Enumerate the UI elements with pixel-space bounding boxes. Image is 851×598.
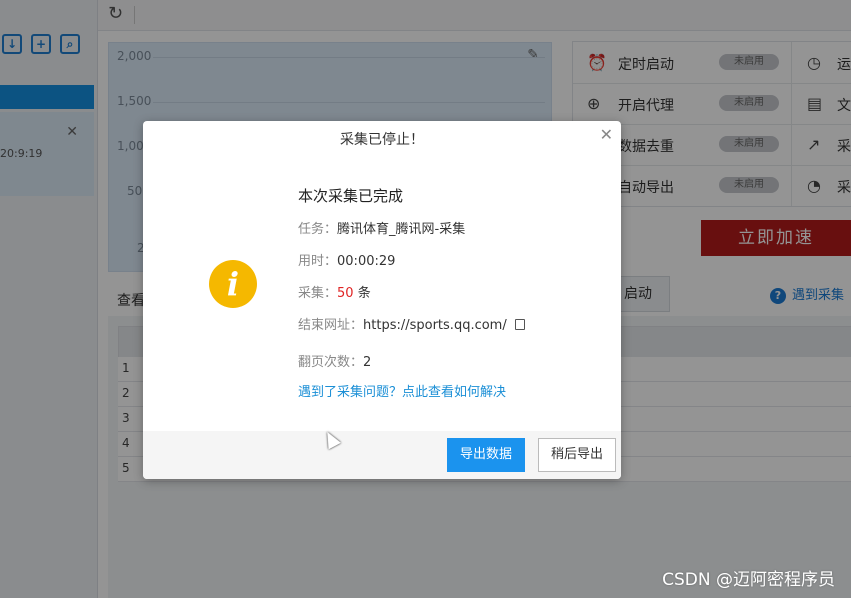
count-value: 50: [337, 286, 354, 301]
task-label: 任务：: [298, 222, 338, 237]
copy-icon[interactable]: [514, 319, 525, 330]
duration-field: 用时：00:00:29: [298, 250, 395, 269]
end-url-value: https://sports.qq.com/: [363, 318, 507, 333]
end-url-field: 结束网址：https://sports.qq.com/: [298, 314, 525, 333]
duration-value: 00:00:29: [337, 254, 396, 269]
dialog-footer: 导出数据 稍后导出: [143, 431, 621, 479]
task-value: 腾讯体育_腾讯网-采集: [337, 222, 466, 237]
export-data-button[interactable]: 导出数据: [447, 438, 525, 472]
close-icon[interactable]: ✕: [600, 125, 613, 144]
info-icon: i: [209, 260, 257, 308]
dialog-title: 采集已停止！: [340, 132, 424, 148]
count-field: 采集：50 条: [298, 282, 371, 301]
count-label: 采集：: [298, 286, 338, 301]
pages-value: 2: [363, 355, 372, 370]
dialog-headline: 本次采集已完成: [298, 187, 404, 205]
watermark: CSDN @迈阿密程序员: [662, 570, 835, 590]
troubleshoot-link[interactable]: 遇到了采集问题？点此查看如何解决: [298, 381, 506, 400]
task-field: 任务：腾讯体育_腾讯网-采集: [298, 218, 465, 237]
end-url-label: 结束网址：: [298, 318, 364, 333]
export-later-button[interactable]: 稍后导出: [538, 438, 616, 472]
duration-label: 用时：: [298, 254, 338, 269]
pages-field: 翻页次数：2: [298, 351, 371, 370]
collection-stopped-dialog: 采集已停止！ ✕ i 本次采集已完成 任务：腾讯体育_腾讯网-采集 用时：00:…: [143, 121, 621, 479]
pages-label: 翻页次数：: [298, 355, 364, 370]
count-unit: 条: [357, 286, 371, 301]
